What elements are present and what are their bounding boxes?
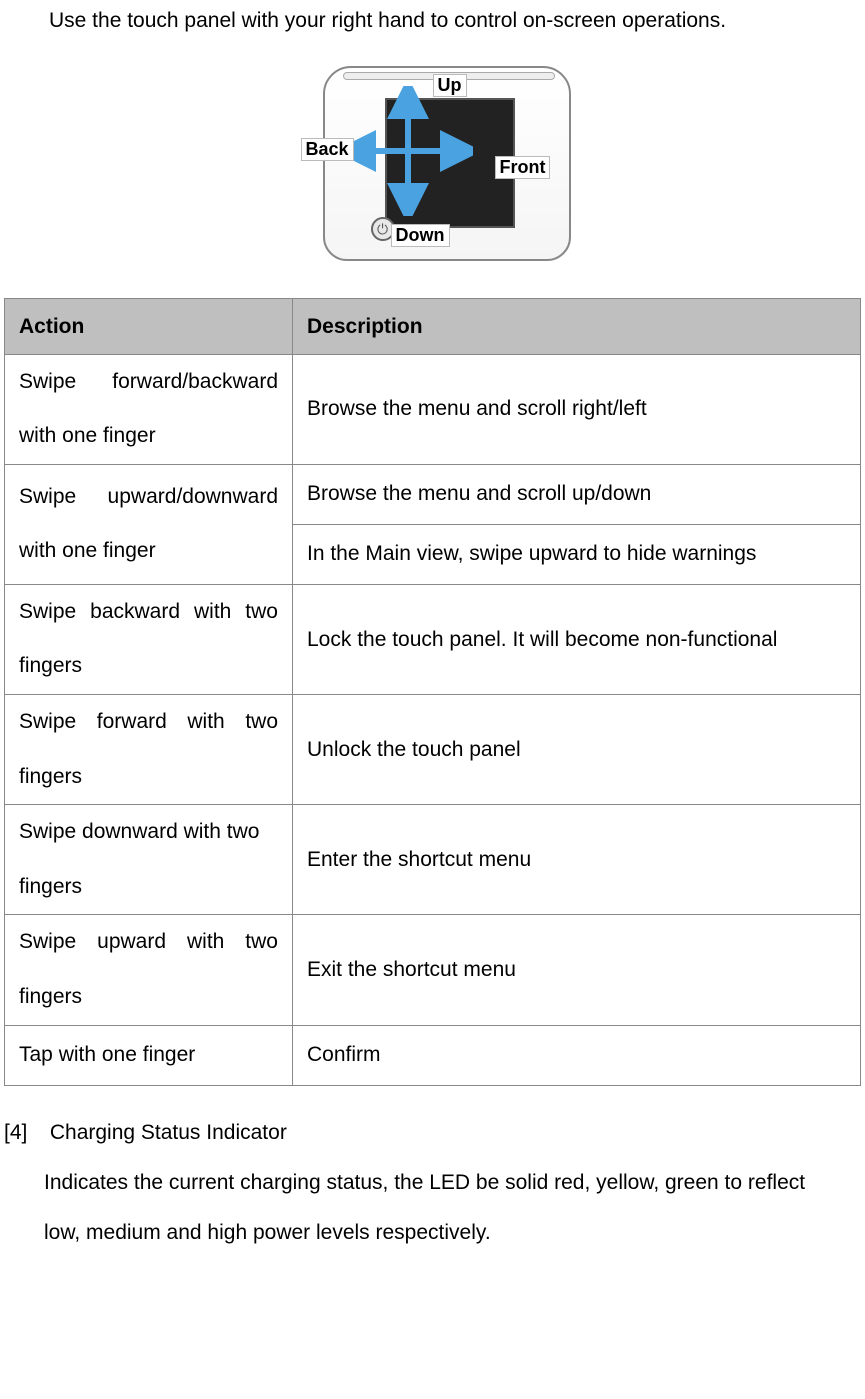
action-text: Swipe forward with two	[19, 695, 278, 750]
action-text: fingers	[19, 985, 82, 1008]
table-header-row: Action Description	[5, 298, 861, 354]
action-text: fingers	[19, 875, 82, 898]
action-text: fingers	[19, 765, 82, 788]
action-text: with one finger	[19, 424, 156, 447]
table-row: Swipe forward with two fingers Unlock th…	[5, 694, 861, 804]
action-text: Swipe forward/backward	[19, 355, 278, 410]
table-row: Swipe downward with two fingers Enter th…	[5, 805, 861, 915]
action-text: Swipe downward with two	[19, 805, 278, 860]
description-text: Unlock the touch panel	[293, 694, 861, 804]
description-text: Enter the shortcut menu	[293, 805, 861, 915]
touch-panel-diagram: ⏻ Up Down Back Front	[0, 38, 865, 298]
action-text: Swipe backward with two	[19, 585, 278, 640]
table-row: Swipe upward with two fingers Exit the s…	[5, 915, 861, 1025]
section-title: Charging Status Indicator	[50, 1121, 287, 1144]
description-text: Lock the touch panel. It will become non…	[293, 584, 861, 694]
description-text: Browse the menu and scroll right/left	[293, 354, 861, 464]
header-description: Description	[293, 298, 861, 354]
table-row: Swipe upward/downward with one finger Br…	[5, 464, 861, 524]
action-text: with one finger	[19, 539, 156, 562]
action-text: Swipe upward/downward	[19, 470, 278, 525]
action-text: Tap with one finger	[5, 1025, 293, 1085]
section-body: Indicates the current charging status, t…	[4, 1158, 845, 1259]
section-number: [4]	[4, 1108, 44, 1158]
section-charging-status: [4] Charging Status Indicator Indicates …	[0, 1086, 865, 1259]
gesture-table: Action Description Swipe forward/backwar…	[4, 298, 861, 1086]
intro-text: Use the touch panel with your right hand…	[0, 0, 865, 38]
description-text: Exit the shortcut menu	[293, 915, 861, 1025]
action-text: fingers	[19, 654, 82, 677]
action-text: Swipe upward with two	[19, 915, 278, 970]
diagram-label-front: Front	[495, 156, 551, 180]
header-action: Action	[5, 298, 293, 354]
diagram-label-up: Up	[433, 74, 467, 98]
table-row: Swipe forward/backward with one finger B…	[5, 354, 861, 464]
description-text: In the Main view, swipe upward to hide w…	[293, 524, 861, 584]
diagram-label-down: Down	[391, 224, 450, 248]
description-text: Confirm	[293, 1025, 861, 1085]
diagram-label-back: Back	[301, 138, 354, 162]
table-row: Swipe backward with two fingers Lock the…	[5, 584, 861, 694]
description-text: Browse the menu and scroll up/down	[293, 464, 861, 524]
table-row: Tap with one finger Confirm	[5, 1025, 861, 1085]
